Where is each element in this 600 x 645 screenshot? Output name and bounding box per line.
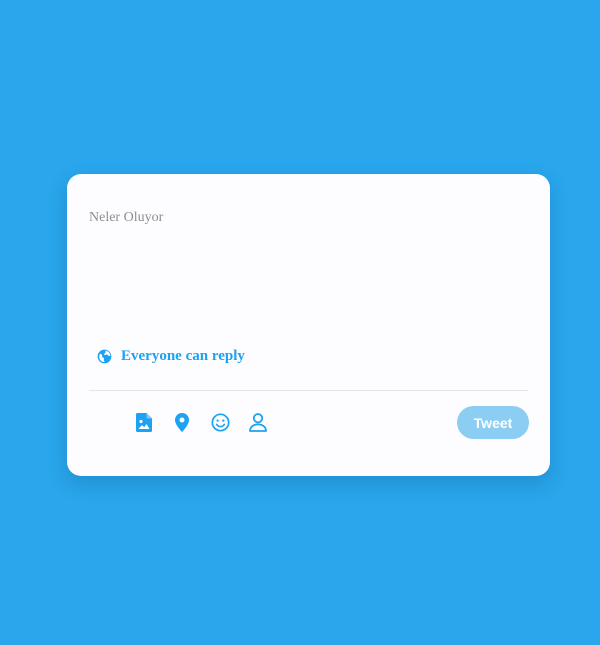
tweet-text-input[interactable] <box>89 210 519 340</box>
globe-icon <box>97 349 112 364</box>
tweet-button[interactable]: Tweet <box>457 406 529 439</box>
emoji-icon[interactable] <box>210 412 230 432</box>
reply-setting-button[interactable]: Everyone can reply <box>97 348 245 365</box>
location-pin-icon[interactable] <box>172 412 192 432</box>
composer-toolbar <box>134 412 286 432</box>
divider <box>89 390 528 391</box>
image-icon[interactable] <box>134 412 154 432</box>
tweet-composer-card: Everyone can reply <box>67 174 550 476</box>
reply-setting-label: Everyone can reply <box>121 348 245 364</box>
user-icon[interactable] <box>248 412 268 432</box>
